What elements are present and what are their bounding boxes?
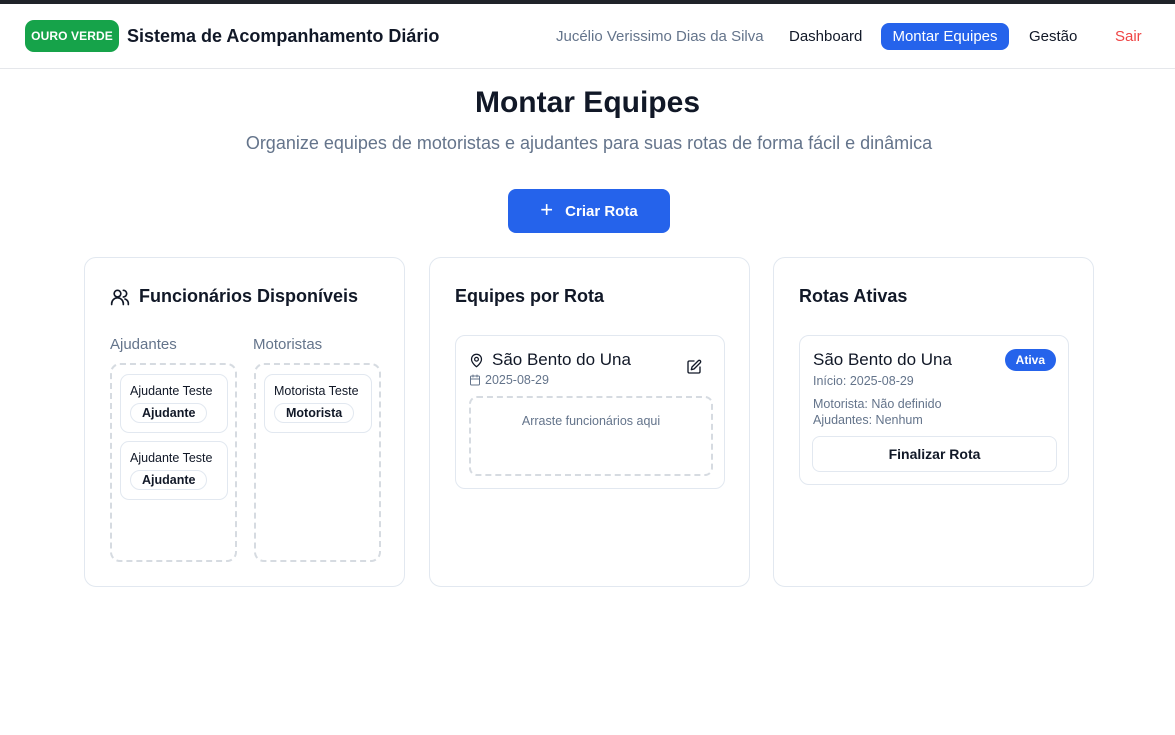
create-route-label: Criar Rota [565, 202, 638, 220]
active-route-item: São Bento do Una Ativa Início: 2025-08-2… [799, 335, 1069, 485]
teams-by-route-title: Equipes por Rota [455, 286, 605, 306]
route-date: 2025-08-29 [469, 373, 549, 387]
available-employees-heading: Funcionários Disponíveis [110, 286, 358, 307]
active-routes-card: Rotas Ativas São Bento do Una Ativa Iníc… [773, 257, 1094, 587]
map-pin-icon [469, 352, 484, 369]
plus-icon: + [540, 197, 554, 222]
employee-role-badge: Ajudante [130, 403, 208, 423]
route-dropzone-hint: Arraste funcionários aqui [521, 414, 661, 428]
employee-name: Motorista Teste [274, 384, 359, 398]
app-title: Sistema de Acompanhamento Diário [127, 25, 440, 46]
active-routes-title: Rotas Ativas [799, 286, 908, 306]
current-user-name: Jucélio Verissimo Dias da Silva [556, 28, 764, 45]
active-route-start: Início: 2025-08-29 [813, 374, 914, 388]
employee-name: Ajudante Teste [130, 451, 213, 465]
route-team-box: São Bento do Una 2025-08-29 Arraste func… [455, 335, 725, 489]
employee-role-badge: Motorista [274, 403, 355, 423]
route-date-text: 2025-08-29 [485, 373, 549, 387]
edit-icon[interactable] [686, 359, 702, 375]
active-route-helpers: Ajudantes: Nenhum [813, 413, 923, 427]
available-employees-card: Funcionários Disponíveis Ajudantes Motor… [84, 257, 405, 587]
route-dropzone[interactable]: Arraste funcionários aqui [469, 396, 713, 476]
calendar-icon [469, 374, 481, 386]
page-title: Montar Equipes [474, 86, 700, 119]
employee-card[interactable]: Ajudante Teste Ajudante [120, 441, 228, 500]
nav-montar-equipes[interactable]: Montar Equipes [881, 23, 1009, 50]
drivers-column-label: Motoristas [253, 336, 323, 353]
page-subtitle: Organize equipes de motoristas e ajudant… [245, 133, 933, 153]
helpers-column-label: Ajudantes [110, 336, 177, 353]
employee-name: Ajudante Teste [130, 384, 213, 398]
active-route-driver: Motorista: Não definido [813, 397, 942, 411]
status-badge: Ativa [1004, 349, 1056, 371]
employee-card[interactable]: Motorista Teste Motorista [264, 374, 372, 433]
nav-dashboard[interactable]: Dashboard [789, 28, 862, 45]
route-name: São Bento do Una [469, 350, 631, 370]
employee-card[interactable]: Ajudante Teste Ajudante [120, 374, 228, 433]
app-header: OURO VERDE Sistema de Acompanhamento Diá… [0, 4, 1175, 69]
active-route-name: São Bento do Una [813, 350, 952, 369]
route-name-text: São Bento do Una [492, 350, 631, 369]
teams-by-route-card: Equipes por Rota São Bento do Una 2025-0 [429, 257, 750, 587]
finish-route-button[interactable]: Finalizar Rota [812, 436, 1057, 472]
drivers-dropzone[interactable]: Motorista Teste Motorista [254, 363, 381, 562]
users-icon [110, 287, 130, 307]
employee-role-badge: Ajudante [130, 470, 208, 490]
helpers-dropzone[interactable]: Ajudante Teste Ajudante Ajudante Teste A… [110, 363, 237, 562]
create-route-button[interactable]: + Criar Rota [508, 189, 670, 233]
logout-link[interactable]: Sair [1115, 28, 1142, 45]
brand-logo[interactable]: OURO VERDE [25, 20, 119, 52]
available-employees-title: Funcionários Disponíveis [139, 286, 359, 306]
nav-gestao[interactable]: Gestão [1029, 28, 1077, 45]
